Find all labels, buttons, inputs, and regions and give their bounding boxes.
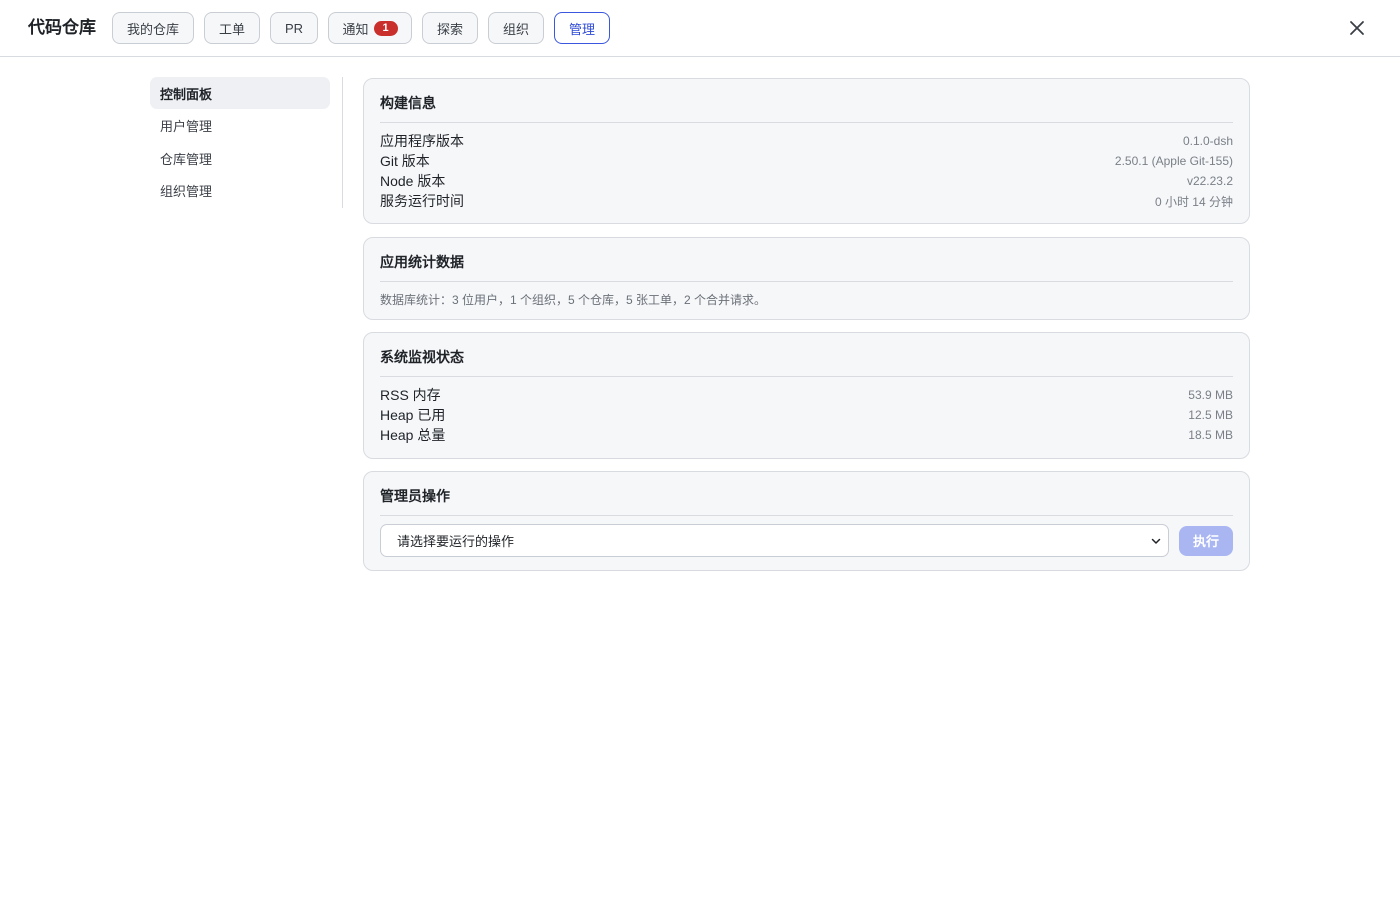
row-key: Heap 已用 — [380, 407, 446, 423]
tab-my-repos[interactable]: 我的仓库 — [112, 12, 194, 44]
tab-label: 组织 — [502, 21, 529, 37]
tab-notifications[interactable]: 通知 1 — [328, 12, 412, 44]
admin-action-row: 请选择要运行的操作 执行 — [380, 516, 1233, 557]
sidebar-item-label: 用户管理 — [160, 119, 213, 134]
row-value: 12.5 MB — [1188, 408, 1233, 422]
sidebar-item-label: 仓库管理 — [160, 151, 213, 167]
tab-issues[interactable]: 工单 — [204, 12, 260, 44]
notification-count-badge: 1 — [373, 20, 398, 36]
card-title: 管理员操作 — [380, 472, 1233, 516]
tab-explore[interactable]: 探索 — [422, 12, 478, 44]
admin-operations-card: 管理员操作 请选择要运行的操作 执行 — [363, 471, 1250, 571]
close-button[interactable] — [1346, 17, 1368, 39]
row-value: 2.50.1 (Apple Git-155) — [1114, 154, 1233, 168]
card-title: 系统监视状态 — [380, 333, 1233, 377]
sidebar-item-repos[interactable]: 仓库管理 — [150, 142, 330, 174]
tab-pr[interactable]: PR — [270, 12, 318, 44]
admin-sidebar: 控制面板 用户管理 仓库管理 组织管理 — [150, 77, 330, 207]
card-title: 应用统计数据 — [380, 238, 1233, 282]
build-info-card: 构建信息 应用程序版本 0.1.0-dsh Git 版本 2.50.1 (App… — [363, 78, 1250, 224]
chevron-down-icon — [1151, 538, 1161, 544]
build-info-row: 服务运行时间 0 小时 14 分钟 — [380, 191, 1233, 211]
tab-label: 探索 — [436, 21, 463, 37]
sidebar-item-label: 控制面板 — [160, 86, 213, 102]
monitor-row: Heap 总量 18.5 MB — [380, 425, 1233, 445]
top-nav-bar: 代码仓库 我的仓库 工单 PR 通知 1 探索 组织 管理 — [0, 0, 1400, 57]
sidebar-item-organizations[interactable]: 组织管理 — [150, 175, 330, 207]
row-value: 53.9 MB — [1188, 388, 1233, 402]
app-stats-card: 应用统计数据 数据库统计：3 位用户，1 个组织，5 个仓库，5 张工单，2 个… — [363, 237, 1250, 320]
tab-label: 管理 — [568, 21, 595, 37]
database-stats-text: 数据库统计：3 位用户，1 个组织，5 个仓库，5 张工单，2 个合并请求。 — [380, 293, 767, 307]
row-key: 服务运行时间 — [380, 193, 464, 209]
row-key: Git 版本 — [380, 153, 430, 169]
build-info-list: 应用程序版本 0.1.0-dsh Git 版本 2.50.1 (Apple Gi… — [380, 123, 1233, 211]
row-key: Node 版本 — [380, 173, 446, 189]
tab-label: PR — [284, 20, 304, 36]
tab-admin[interactable]: 管理 — [554, 12, 610, 44]
operation-select-value: 请选择要运行的操作 — [397, 534, 515, 549]
sidebar-item-users[interactable]: 用户管理 — [150, 110, 330, 142]
tab-label: 工单 — [218, 21, 245, 37]
monitor-row: RSS 内存 53.9 MB — [380, 385, 1233, 405]
row-value: 18.5 MB — [1188, 428, 1233, 442]
sidebar-divider — [342, 77, 343, 208]
sidebar-item-label: 组织管理 — [160, 184, 213, 199]
row-value: v22.23.2 — [1186, 174, 1233, 188]
run-button[interactable]: 执行 — [1179, 525, 1233, 556]
tab-label: 通知 — [342, 21, 369, 37]
operation-select[interactable]: 请选择要运行的操作 — [380, 524, 1169, 557]
build-info-row: Node 版本 v22.23.2 — [380, 171, 1233, 191]
row-key: RSS 内存 — [380, 387, 441, 403]
row-key: Heap 总量 — [380, 427, 446, 443]
build-info-row: Git 版本 2.50.1 (Apple Git-155) — [380, 151, 1233, 171]
app-title: 代码仓库 — [28, 18, 96, 37]
row-value: 0.1.0-dsh — [1182, 134, 1233, 148]
close-icon — [1350, 21, 1364, 35]
build-info-row: 应用程序版本 0.1.0-dsh — [380, 131, 1233, 151]
tab-label: 我的仓库 — [126, 21, 179, 37]
tab-organizations[interactable]: 组织 — [488, 12, 544, 44]
sidebar-item-dashboard[interactable]: 控制面板 — [150, 77, 330, 109]
system-monitor-card: 系统监视状态 RSS 内存 53.9 MB Heap 已用 12.5 MB He… — [363, 332, 1250, 459]
row-value: 0 小时 14 分钟 — [1154, 194, 1233, 209]
card-title: 构建信息 — [380, 79, 1233, 123]
row-key: 应用程序版本 — [380, 133, 464, 149]
monitor-row: Heap 已用 12.5 MB — [380, 405, 1233, 425]
system-monitor-list: RSS 内存 53.9 MB Heap 已用 12.5 MB Heap 总量 1… — [380, 377, 1233, 445]
